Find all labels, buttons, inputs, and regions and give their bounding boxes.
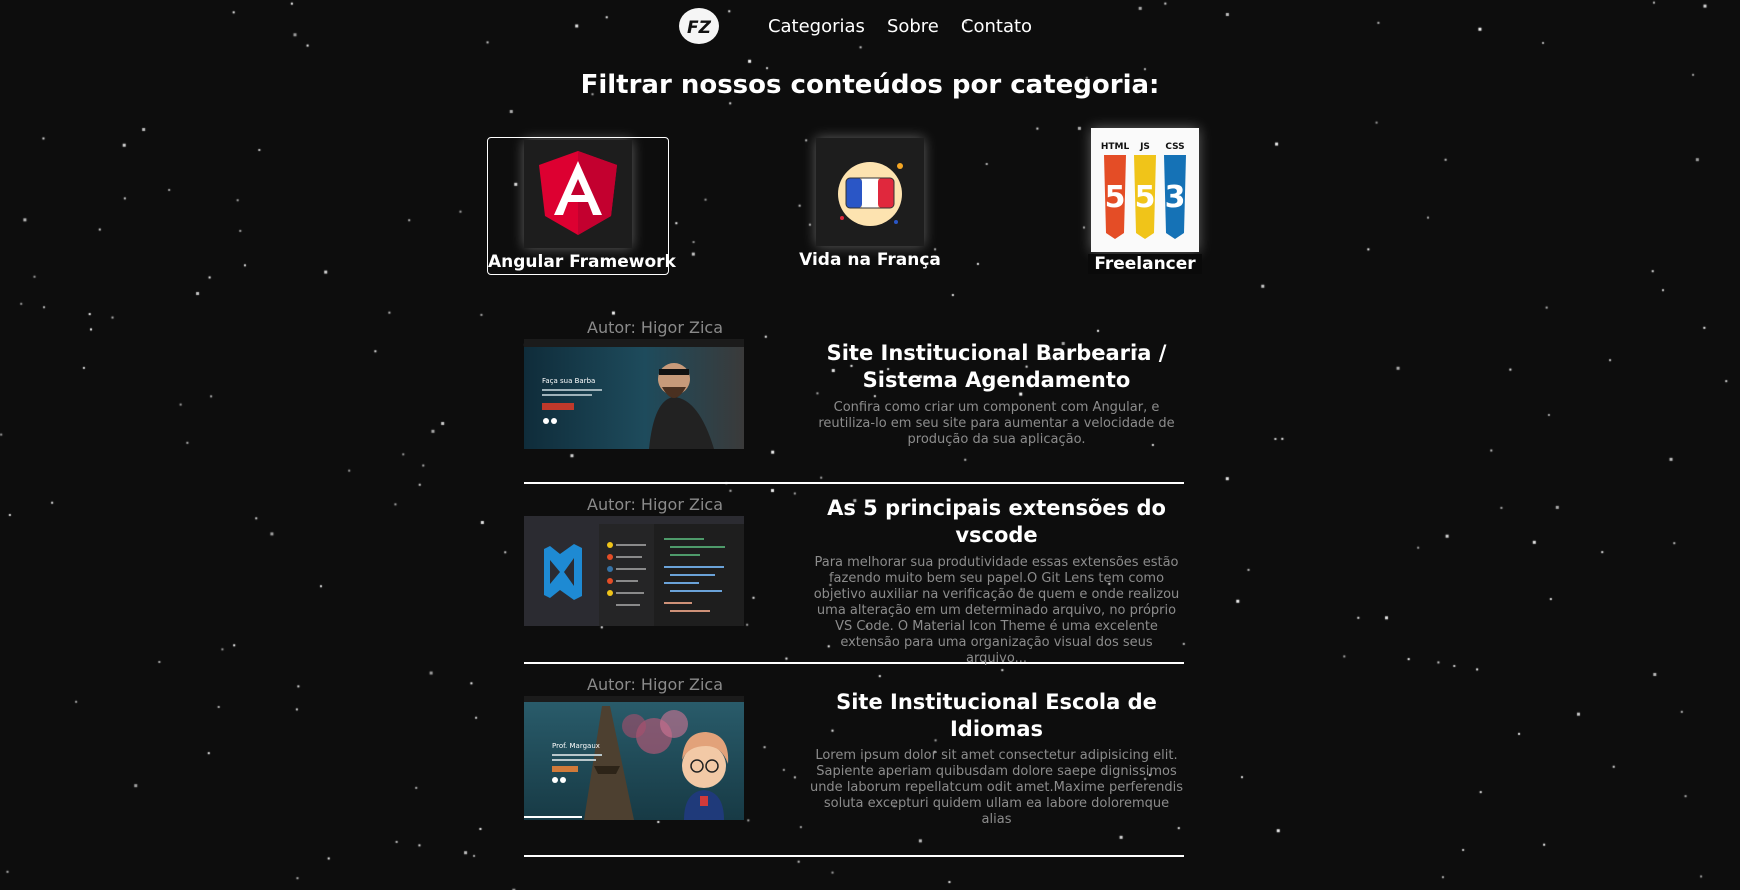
category-freelancer[interactable]: HTML JS CSS 5 5 3 Freelancer — [1060, 128, 1230, 274]
category-vida-na-franca[interactable]: Vida na França — [785, 138, 955, 270]
svg-text:5: 5 — [1135, 180, 1156, 215]
svg-text:5: 5 — [1105, 180, 1126, 215]
post-description: Confira como criar um component com Angu… — [818, 400, 1175, 447]
svg-text:FZ: FZ — [687, 18, 712, 38]
top-nav: FZ Categorias Sobre Contato — [0, 8, 1740, 44]
nav-link-sobre[interactable]: Sobre — [887, 16, 939, 37]
post-card[interactable]: Autor: Higor Zica — [524, 675, 1184, 857]
category-label: Angular Framework — [488, 252, 676, 272]
post-title[interactable]: Site Institucional Barbearia / Sistema A… — [809, 340, 1184, 394]
post-thumbnail-escola-idiomas[interactable]: Prof. Margaux — [524, 696, 744, 820]
filter-title: Filtrar nossos conteúdos por categoria: — [580, 70, 1160, 100]
category-filter: Angular Framework Vida na França HTML JS… — [440, 118, 1270, 288]
category-label: Vida na França — [799, 250, 941, 270]
post-author: Autor: Higor Zica — [587, 318, 724, 337]
post-author: Autor: Higor Zica — [587, 675, 724, 694]
french-flag-icon — [816, 138, 924, 246]
html-js-css-icon: HTML JS CSS 5 5 3 — [1091, 128, 1199, 252]
post-thumbnail-vscode[interactable] — [524, 516, 744, 626]
post-card[interactable]: Autor: Higor Zica — [524, 495, 1184, 666]
nav-link-contato[interactable]: Contato — [961, 16, 1032, 37]
post-thumbnail-barbearia[interactable]: Faça sua Barba — [524, 339, 744, 449]
svg-text:Prof. Margaux: Prof. Margaux — [552, 742, 600, 750]
site-logo[interactable]: FZ — [678, 8, 719, 44]
post-title[interactable]: As 5 principais extensões do vscode — [809, 495, 1184, 549]
post-title[interactable]: Site Institucional Escola de Idiomas — [809, 689, 1184, 743]
post-card[interactable]: Autor: Higor Zica Faça sua Barba Site In… — [524, 318, 1184, 484]
post-description: Lorem ipsum dolor sit amet consectetur a… — [809, 748, 1184, 827]
svg-text:CSS: CSS — [1165, 142, 1184, 152]
svg-text:Faça sua Barba: Faça sua Barba — [542, 377, 595, 385]
svg-text:3: 3 — [1165, 180, 1186, 215]
post-author: Autor: Higor Zica — [587, 495, 724, 514]
category-label: Freelancer — [1088, 254, 1202, 274]
fz-logo-icon: FZ — [687, 18, 712, 38]
svg-text:HTML: HTML — [1101, 142, 1130, 152]
angular-logo-icon — [524, 140, 632, 248]
nav-link-categorias[interactable]: Categorias — [768, 16, 865, 37]
svg-text:JS: JS — [1139, 142, 1150, 152]
page: FZ Categorias Sobre Contato Filtrar noss… — [0, 0, 1740, 890]
category-angular[interactable]: Angular Framework — [487, 137, 676, 275]
post-description: Para melhorar sua produtividade essas ex… — [813, 555, 1180, 666]
